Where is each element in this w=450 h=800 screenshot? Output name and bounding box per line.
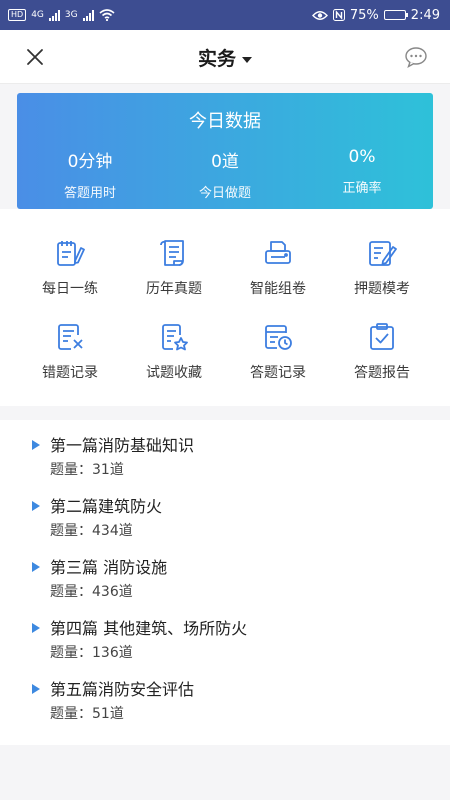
battery-percent: 75% — [349, 7, 379, 23]
grid-item-mock-exam[interactable]: 押题模考 — [326, 237, 438, 298]
grid-item-smart-paper[interactable]: 智能组卷 — [222, 237, 334, 298]
stat-value: 0道 — [211, 152, 239, 172]
grid-label: 答题记录 — [250, 365, 306, 381]
grid-label: 试题收藏 — [146, 365, 202, 381]
chapter-item[interactable]: 第一篇消防基础知识 题量：31道 — [0, 432, 450, 490]
message-icon[interactable] — [404, 46, 428, 68]
chapter-title: 第三篇 消防设施 — [50, 558, 168, 577]
nfc-icon — [332, 9, 345, 21]
signal-icon — [48, 9, 60, 21]
play-triangle-icon — [32, 440, 40, 450]
stat-count: 0道 今日做题 — [160, 147, 290, 201]
grid-item-past-papers[interactable]: 历年真题 — [118, 237, 230, 298]
grid-label: 答题报告 — [354, 365, 410, 381]
status-left: HD 4G 3G — [8, 9, 115, 21]
nav-bar: 实务 — [0, 30, 450, 84]
favorites-icon — [162, 324, 188, 351]
play-triangle-icon — [32, 501, 40, 511]
stat-value: 0% — [348, 147, 376, 167]
chapter-count: 题量：136道 — [50, 645, 133, 661]
stat-label: 答题用时 — [63, 186, 116, 201]
grid-item-wrong-records[interactable]: 错题记录 — [14, 321, 126, 382]
chapter-list: 第一篇消防基础知识 题量：31道 第二篇建筑防火 题量：434道 第三篇 消防设… — [0, 420, 450, 745]
stats-title: 今日数据 — [189, 111, 261, 132]
network-4g-label: 4G — [31, 10, 44, 20]
chapter-title: 第一篇消防基础知识 — [50, 436, 195, 455]
function-grid: 每日一练 历年真题 智能组卷 押题模考 错题记录 试题收藏 答题记录 答题报告 — [0, 209, 450, 406]
smart-paper-icon — [265, 241, 291, 264]
eye-icon — [311, 10, 328, 20]
subject-selector[interactable]: 实务 — [0, 44, 450, 71]
clock: 2:49 — [410, 7, 440, 23]
chapter-count: 题量：51道 — [50, 706, 124, 722]
chapter-title: 第四篇 其他建筑、场所防火 — [50, 619, 248, 638]
daily-practice-icon — [57, 241, 85, 266]
chapter-item[interactable]: 第二篇建筑防火 题量：434道 — [0, 493, 450, 551]
grid-label: 每日一练 — [42, 281, 98, 297]
chapter-item[interactable]: 第五篇消防安全评估 题量：51道 — [0, 676, 450, 734]
signal-icon-2 — [82, 9, 94, 21]
today-stats-card: 今日数据 0分钟 答题用时 0道 今日做题 0% 正确率 — [17, 93, 433, 209]
past-papers-icon — [160, 240, 184, 266]
answer-report-icon — [370, 323, 394, 350]
status-bar: HD 4G 3G 75% 2:49 — [0, 0, 450, 30]
wrong-records-icon — [58, 324, 83, 350]
grid-item-favorites[interactable]: 试题收藏 — [118, 321, 230, 382]
play-triangle-icon — [32, 562, 40, 572]
network-3g-label: 3G — [64, 10, 78, 20]
stat-value: 0分钟 — [67, 152, 113, 172]
grid-item-daily-practice[interactable]: 每日一练 — [14, 237, 126, 298]
mock-exam-icon — [369, 241, 397, 266]
grid-label: 历年真题 — [146, 281, 202, 297]
chapter-item[interactable]: 第三篇 消防设施 题量：436道 — [0, 554, 450, 612]
play-triangle-icon — [32, 623, 40, 633]
grid-item-answer-records[interactable]: 答题记录 — [222, 321, 334, 382]
stat-time: 0分钟 答题用时 — [25, 147, 155, 201]
grid-label: 智能组卷 — [250, 281, 306, 297]
battery-icon — [383, 10, 408, 20]
stat-label: 今日做题 — [198, 186, 251, 201]
play-triangle-icon — [32, 684, 40, 694]
status-right: 75% 2:49 — [311, 7, 440, 23]
answer-records-icon — [265, 325, 292, 350]
hd-badge: HD — [8, 9, 27, 21]
chapter-title: 第五篇消防安全评估 — [50, 680, 195, 699]
wifi-icon — [99, 9, 115, 21]
page-title: 实务 — [197, 48, 236, 70]
stat-label: 正确率 — [342, 181, 382, 196]
chapter-count: 题量：31道 — [50, 462, 124, 478]
chapter-count: 题量：434道 — [50, 523, 133, 539]
stat-accuracy: 0% 正确率 — [297, 147, 427, 196]
caret-down-icon — [242, 56, 252, 63]
chapter-title: 第二篇建筑防火 — [50, 497, 163, 516]
chapter-item[interactable]: 第四篇 其他建筑、场所防火 题量：136道 — [0, 615, 450, 673]
grid-item-answer-report[interactable]: 答题报告 — [326, 321, 438, 382]
grid-label: 错题记录 — [42, 365, 98, 381]
grid-label: 押题模考 — [354, 281, 410, 297]
chapter-count: 题量：436道 — [50, 584, 133, 600]
